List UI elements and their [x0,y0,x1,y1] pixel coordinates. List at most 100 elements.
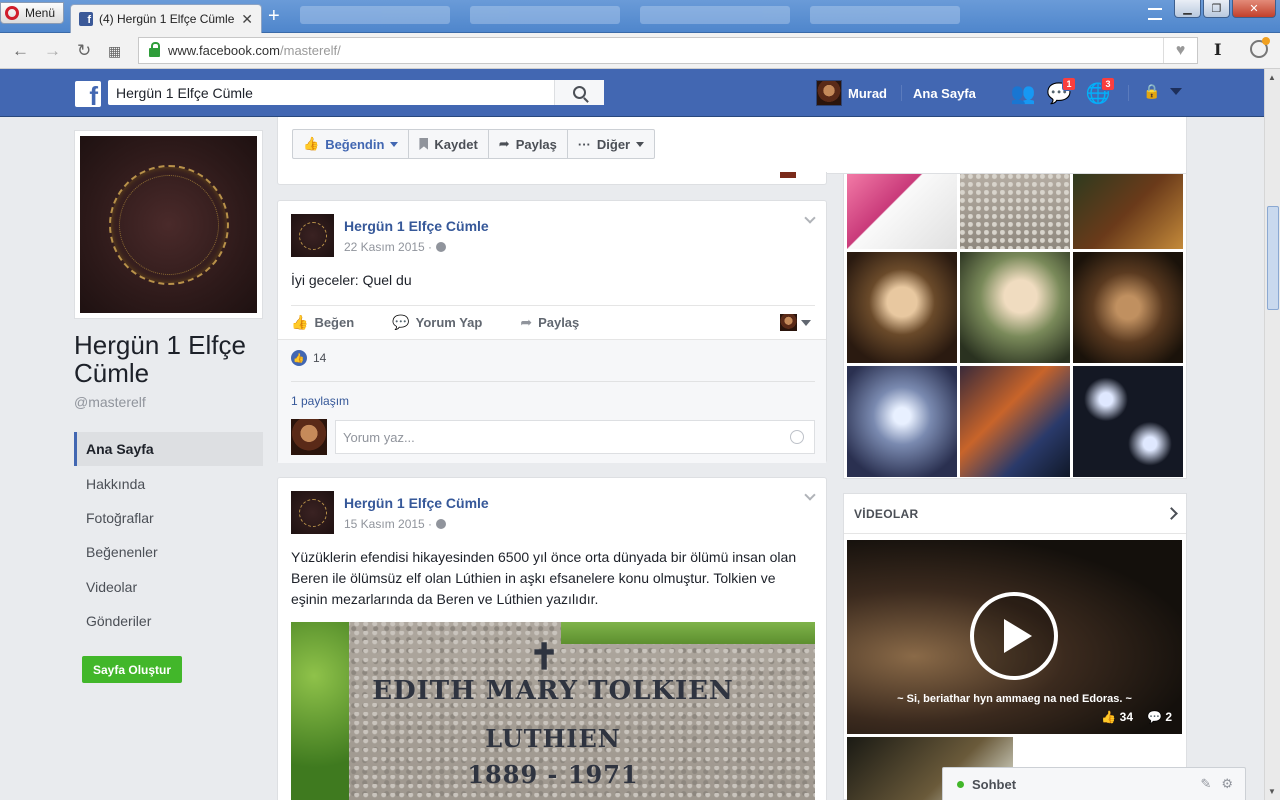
account-caret-icon[interactable] [1170,88,1183,95]
url-text: www.facebook.com/masterelf/ [168,43,341,58]
share-button[interactable]: ➦ Paylaş [520,314,579,331]
sidebar-item-posts[interactable]: Gönderiler [74,604,263,638]
sidebar-item-likes[interactable]: Beğenenler [74,535,263,569]
tab-title: (4) Hergün 1 Elfçe Cümle [99,12,235,26]
facebook-search-box[interactable]: Hergün 1 Elfçe Cümle [108,80,604,105]
videos-header[interactable]: VİDEOLAR [844,494,1186,534]
sidebar-item-photos[interactable]: Fotoğraflar [74,501,263,535]
post-author-avatar[interactable] [291,214,334,257]
post-author-link[interactable]: Hergün 1 Elfçe Cümle [344,218,489,234]
facebook-logo-icon[interactable]: f [75,81,101,107]
background-tab[interactable] [640,6,790,24]
photo-thumbnail[interactable] [1073,174,1183,249]
search-input[interactable]: Hergün 1 Elfçe Cümle [116,85,554,101]
page-title[interactable]: Hergün 1 Elfçe Cümle [74,331,264,387]
photo-thumbnail[interactable] [847,366,957,477]
photo-thumbnail[interactable] [960,252,1070,363]
opera-logo-icon [5,6,19,20]
post-options-chevron-icon[interactable] [804,489,816,501]
page-profile-picture[interactable] [74,130,263,319]
secure-lock-icon [149,42,160,57]
back-arrow-icon[interactable]: ← [12,41,29,61]
close-tab-icon[interactable]: ✕ [241,11,253,28]
photo-thumbnail[interactable] [847,174,957,249]
play-button-icon[interactable] [970,592,1058,680]
scroll-down-icon[interactable]: ▼ [1268,787,1276,796]
like-button[interactable]: 👍 Beğen [291,314,354,331]
post-as-selector[interactable] [780,314,811,331]
privacy-lock-icon[interactable]: 🔒 [1143,83,1160,100]
post-timestamp[interactable]: 22 Kasım 2015 · [344,240,447,254]
photo-thumbnail[interactable] [1073,252,1183,363]
friend-requests-icon[interactable]: 👥 [1010,81,1036,105]
emoji-smiley-icon[interactable] [790,430,804,444]
sidebar-item-home[interactable]: Ana Sayfa [74,432,263,467]
like-reaction-icon: 👍 [291,350,307,366]
photo-thumbnail[interactable] [960,174,1070,249]
url-field[interactable]: www.facebook.com/masterelf/ ♥ [138,37,1198,64]
avatar [780,314,797,331]
chat-sidebar-tab[interactable]: Sohbet ✎ ⚙ [942,767,1246,800]
scroll-thumb[interactable] [1267,206,1279,310]
speed-dial-grid-icon[interactable]: ▦ [108,43,121,60]
thumbs-up-icon: 👍 [291,313,309,330]
new-tab-button[interactable]: + [268,6,280,26]
caret-down-icon [636,141,645,147]
save-button[interactable]: Kaydet [409,130,489,158]
reload-icon[interactable]: ↻ [77,41,91,61]
tab-menu-icon[interactable] [1148,8,1162,20]
search-button[interactable] [554,80,604,105]
profile-link[interactable]: Murad [816,80,887,106]
featured-video[interactable]: ~ Si, beriathar hyn ammaeg na ned Edoras… [847,540,1182,734]
restore-button[interactable]: ❐ [1203,0,1230,18]
background-tab[interactable] [470,6,620,24]
post-timestamp[interactable]: 15 Kasım 2015 · [344,517,447,531]
photo-thumbnail[interactable] [847,252,957,363]
window-close-button[interactable]: ✕ [1232,0,1276,18]
like-count: 14 [313,351,327,365]
account-menu[interactable]: 🔒 [1143,83,1183,100]
page-scrollbar[interactable]: ▲ ▼ [1264,69,1280,800]
minimize-button[interactable]: ▁ [1174,0,1201,18]
create-page-button[interactable]: Sayfa Oluştur [82,656,183,683]
sidebar-item-videos[interactable]: Videolar [74,570,263,604]
forward-arrow-icon[interactable]: → [44,41,61,61]
notifications-globe-icon[interactable]: 🌐 3 [1085,77,1115,105]
shares-link[interactable]: 1 paylaşım [291,381,815,408]
save-label: Kaydet [434,136,478,152]
post-author-link[interactable]: Hergün 1 Elfçe Cümle [344,495,489,511]
page-handle[interactable]: @masterelf [74,394,146,410]
more-label: Diğer [596,136,631,152]
address-toolbar: ← → ↻ ▦ www.facebook.com/masterelf/ ♥ [0,33,1280,69]
tombstone-photo[interactable]: ✝ EDITH MARY TOLKIEN LUTHIEN 1889 - 1971 [291,622,815,800]
post-options-chevron-icon[interactable] [804,212,816,224]
browser-tab-active[interactable]: f (4) Hergün 1 Elfçe Cümle ✕ [70,4,262,33]
messages-icon[interactable]: 💬 1 [1046,77,1076,105]
background-tab[interactable] [810,6,960,24]
grass-graphic [561,622,815,644]
photo-thumbnail[interactable] [960,366,1070,477]
chat-settings-gear-icon[interactable]: ⚙ [1221,776,1233,792]
scroll-up-icon[interactable]: ▲ [1268,73,1276,82]
extension-badge [1262,37,1270,45]
photo-thumbnail[interactable] [1073,366,1183,477]
avatar [291,419,327,455]
share-button[interactable]: ➦ Paylaş [489,130,568,158]
play-triangle-icon [1004,619,1032,653]
comment-input[interactable]: Yorum yaz... [335,420,815,454]
reaction-summary[interactable]: 👍 14 [291,350,326,366]
comment-button[interactable]: 💬 Yorum Yap [392,314,482,331]
sidebar-item-about[interactable]: Hakkında [74,466,263,500]
background-tab[interactable] [300,6,450,24]
chevron-right-icon[interactable] [1165,507,1178,520]
ring-graphic [298,221,327,250]
video-likes: 👍 34 [1101,710,1134,724]
liked-button[interactable]: 👍 Beğendin [293,130,410,158]
comment-composer: Yorum yaz... [291,419,815,455]
new-message-icon[interactable]: ✎ [1200,776,1211,792]
more-button[interactable]: ··· Diğer [568,130,654,158]
post-author-avatar[interactable] [291,491,334,534]
bookmark-heart-icon[interactable]: ♥ [1163,38,1197,63]
opera-menu-button[interactable]: Menü [0,2,64,24]
home-link[interactable]: Ana Sayfa [913,86,976,101]
